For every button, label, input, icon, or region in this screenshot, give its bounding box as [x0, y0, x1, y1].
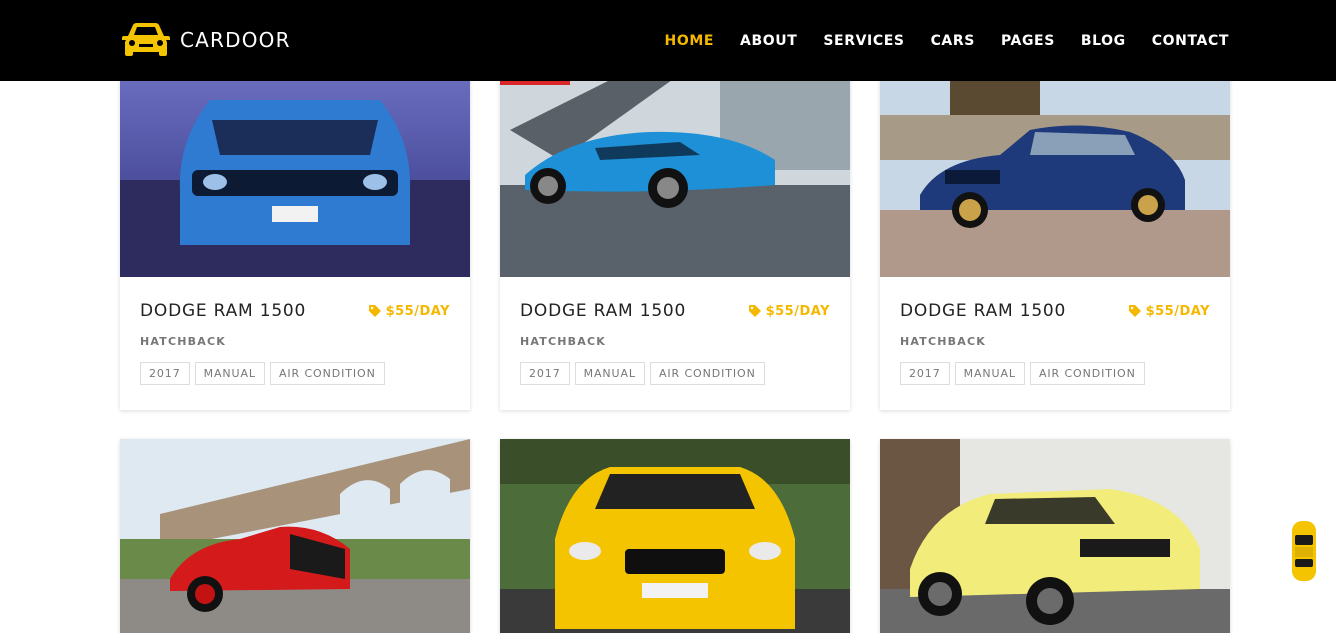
car-price-label: $55/DAY [385, 303, 450, 319]
car-card-body: DODGE RAM 1500 $55/DAY HATCHBACK 2017 MA… [880, 277, 1230, 410]
feature-list: 2017 MANUAL AIR CONDITION [520, 362, 830, 385]
feature-list: 2017 MANUAL AIR CONDITION [140, 362, 450, 385]
car-type: HATCHBACK [140, 335, 226, 348]
car-card[interactable] [500, 439, 850, 633]
feature-year: 2017 [140, 362, 190, 385]
nav-about[interactable]: ABOUT [740, 33, 797, 49]
car-type: HATCHBACK [520, 335, 606, 348]
car-name[interactable]: DODGE RAM 1500 [140, 301, 306, 321]
car-card-body: DODGE RAM 1500 $55/DAY HATCHBACK 2017 MA… [500, 277, 850, 410]
feature-air-condition: AIR CONDITION [269, 362, 385, 385]
nav-cars[interactable]: CARS [931, 33, 975, 49]
car-image[interactable] [880, 60, 1230, 277]
nav-contact[interactable]: CONTACT [1152, 33, 1229, 49]
car-card[interactable] [880, 439, 1230, 633]
price-tag-icon [368, 305, 381, 317]
car-price: $55/DAY [368, 303, 450, 319]
car-card[interactable]: DODGE RAM 1500 $55/DAY HATCHBACK 2017 MA… [500, 60, 850, 410]
site-logo[interactable]: CARDOOR [120, 20, 291, 60]
car-card[interactable] [120, 439, 470, 633]
car-name[interactable]: DODGE RAM 1500 [520, 301, 686, 321]
price-tag-icon [1128, 305, 1141, 317]
car-image[interactable] [120, 439, 470, 633]
car-type: HATCHBACK [900, 335, 986, 348]
feature-year: 2017 [520, 362, 570, 385]
car-card[interactable]: DODGE RAM 1500 $55/DAY HATCHBACK 2017 MA… [120, 60, 470, 410]
car-image[interactable] [500, 439, 850, 633]
nav-pages[interactable]: PAGES [1001, 33, 1055, 49]
yellow-car-top-icon[interactable] [1289, 519, 1319, 583]
feature-air-condition: AIR CONDITION [649, 362, 765, 385]
site-header: CARDOOR HOME ABOUT SERVICES CARS PAGES B… [0, 0, 1336, 81]
main-nav: HOME ABOUT SERVICES CARS PAGES BLOG CONT… [665, 0, 1229, 81]
car-name[interactable]: DODGE RAM 1500 [900, 301, 1066, 321]
car-image[interactable] [500, 60, 850, 277]
car-front-icon [122, 23, 170, 56]
nav-services[interactable]: SERVICES [823, 33, 904, 49]
brand-name: CARDOOR [180, 28, 291, 52]
nav-blog[interactable]: BLOG [1081, 33, 1126, 49]
car-card[interactable]: DODGE RAM 1500 $55/DAY HATCHBACK 2017 MA… [880, 60, 1230, 410]
feature-air-condition: AIR CONDITION [1029, 362, 1145, 385]
car-image[interactable] [120, 60, 470, 277]
feature-year: 2017 [900, 362, 950, 385]
car-image[interactable] [880, 439, 1230, 633]
car-price-label: $55/DAY [765, 303, 830, 319]
car-price-label: $55/DAY [1145, 303, 1210, 319]
feature-transmission: MANUAL [954, 362, 1025, 385]
car-price: $55/DAY [748, 303, 830, 319]
nav-home[interactable]: HOME [665, 33, 715, 49]
feature-list: 2017 MANUAL AIR CONDITION [900, 362, 1210, 385]
car-price: $55/DAY [1128, 303, 1210, 319]
car-card-body: DODGE RAM 1500 $55/DAY HATCHBACK 2017 MA… [120, 277, 470, 410]
feature-transmission: MANUAL [194, 362, 265, 385]
feature-transmission: MANUAL [574, 362, 645, 385]
price-tag-icon [748, 305, 761, 317]
